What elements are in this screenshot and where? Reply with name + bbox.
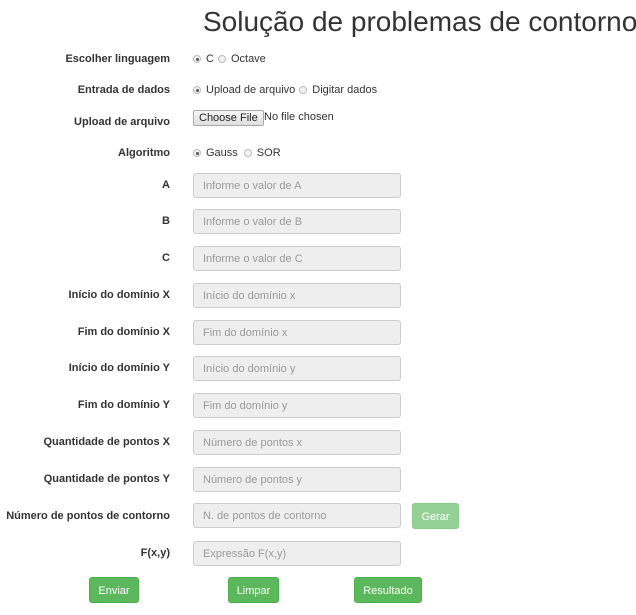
field-b-label: B bbox=[162, 215, 170, 227]
field-b-input[interactable] bbox=[193, 209, 401, 234]
points-y-label: Quantidade de pontos Y bbox=[43, 473, 170, 485]
field-c-label: C bbox=[162, 252, 170, 264]
x-start-label: Início do domínio X bbox=[68, 289, 170, 301]
upload-label: Upload de arquivo bbox=[74, 116, 170, 128]
x-end-input[interactable] bbox=[193, 320, 401, 345]
limpar-button[interactable]: Limpar bbox=[228, 577, 279, 603]
radio-type-data[interactable] bbox=[299, 86, 308, 94]
boundary-points-input[interactable] bbox=[193, 503, 401, 528]
field-a-input[interactable] bbox=[193, 173, 401, 198]
y-end-input[interactable] bbox=[193, 393, 401, 418]
input-mode-label: Entrada de dados bbox=[77, 84, 170, 96]
field-c-input[interactable] bbox=[193, 246, 401, 271]
radio-language-octave[interactable] bbox=[217, 55, 226, 63]
file-status-text: No file chosen bbox=[264, 111, 334, 123]
radio-upload-file-label: Upload de arquivo bbox=[206, 84, 296, 96]
radio-language-c-label: C bbox=[206, 53, 214, 65]
language-radio-group: C Octave bbox=[193, 53, 270, 65]
points-x-input[interactable] bbox=[193, 430, 401, 455]
resultado-button[interactable]: Resultado bbox=[354, 577, 422, 603]
y-start-label: Início do domínio Y bbox=[68, 362, 170, 374]
points-y-input[interactable] bbox=[193, 467, 401, 492]
enviar-button[interactable]: Enviar bbox=[89, 577, 139, 603]
boundary-points-label: Número de pontos de contorno bbox=[6, 510, 170, 522]
fxy-label: F(x,y) bbox=[140, 547, 170, 559]
page-title: Solução de problemas de contorno bbox=[203, 6, 636, 37]
y-end-label: Fim do domínio Y bbox=[77, 399, 170, 411]
radio-language-c[interactable] bbox=[193, 55, 201, 63]
input-mode-radio-group: Upload de arquivo Digitar dados bbox=[193, 84, 381, 96]
radio-algorithm-gauss-label: Gauss bbox=[206, 147, 238, 159]
radio-type-data-label: Digitar dados bbox=[312, 84, 378, 96]
radio-algorithm-gauss[interactable] bbox=[193, 149, 201, 157]
algorithm-radio-group: Gauss SOR bbox=[193, 147, 285, 159]
radio-algorithm-sor-label: SOR bbox=[256, 147, 281, 159]
field-a-label: A bbox=[162, 179, 170, 191]
y-start-input[interactable] bbox=[193, 356, 401, 381]
radio-upload-file[interactable] bbox=[193, 86, 201, 94]
choose-file-button[interactable]: Choose File bbox=[193, 110, 264, 126]
fxy-input[interactable] bbox=[193, 541, 401, 566]
radio-language-octave-label: Octave bbox=[230, 53, 266, 65]
gerar-button[interactable]: Gerar bbox=[412, 503, 459, 529]
language-label: Escolher linguagem bbox=[65, 53, 170, 65]
algorithm-label: Algoritmo bbox=[118, 147, 170, 159]
radio-algorithm-sor[interactable] bbox=[243, 149, 252, 157]
x-start-input[interactable] bbox=[193, 283, 401, 308]
x-end-label: Fim do domínio X bbox=[77, 326, 170, 338]
points-x-label: Quantidade de pontos X bbox=[43, 436, 170, 448]
